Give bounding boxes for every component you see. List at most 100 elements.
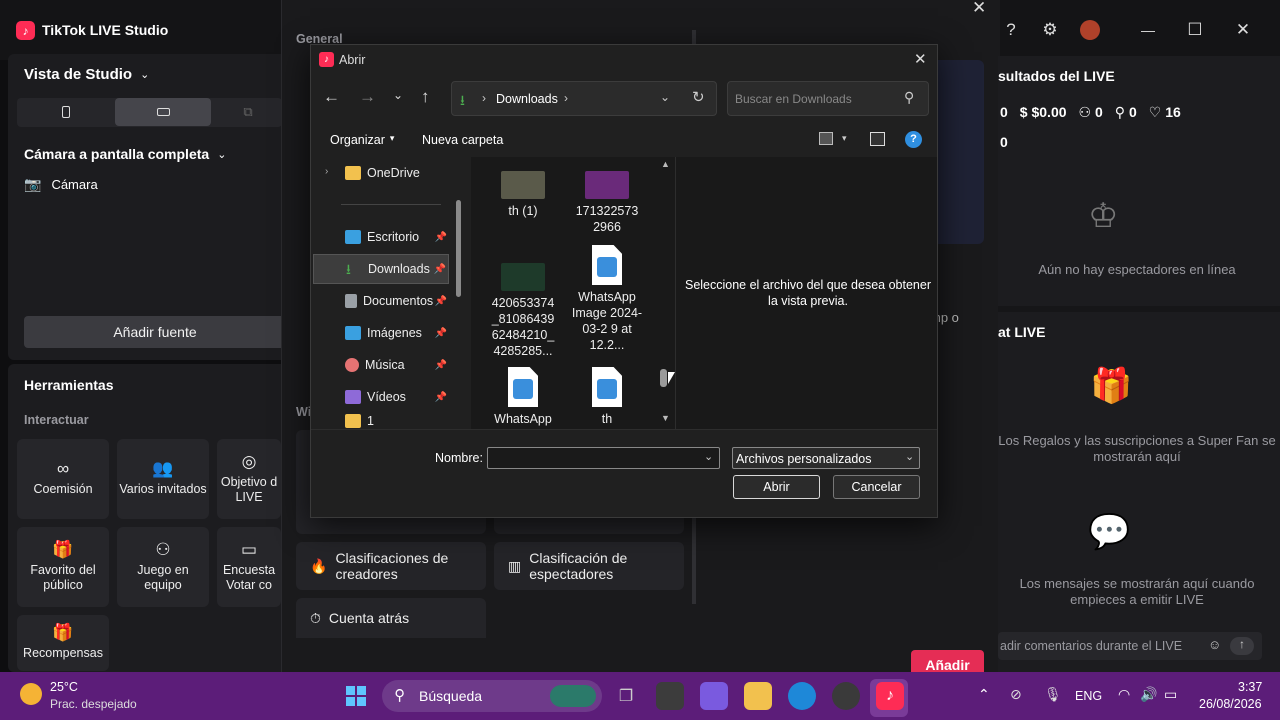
scroll-up-icon[interactable]: ▲ — [661, 159, 670, 169]
countdown-card[interactable]: ⏱ Cuenta atrás — [296, 598, 486, 638]
add-source-button[interactable]: Añadir fuente — [24, 316, 286, 348]
modal-close-icon[interactable]: ✕ — [972, 0, 986, 18]
dialog-close-icon[interactable]: ✕ — [914, 50, 927, 68]
no-viewers-text: Aún no hay espectadores en línea — [1038, 262, 1236, 277]
nav-item-music[interactable]: Música 📌 — [313, 350, 449, 380]
clock-date[interactable]: 26/08/2026 — [1199, 697, 1262, 711]
chevron-right-icon: › — [564, 91, 568, 105]
taskbar-search[interactable]: ⚲ Búsqueda — [382, 680, 602, 712]
search-icon: ⚲ — [394, 687, 405, 704]
preview-pane-icon[interactable] — [870, 132, 885, 146]
tool-live-goal[interactable]: ◎ Objetivo d LIVE — [217, 439, 281, 519]
nav-item-downloads[interactable]: ⭳ Downloads 📌 — [313, 254, 449, 284]
file-scrollbar-thumb[interactable] — [660, 369, 667, 387]
dual-mode-icon[interactable]: ⧉ — [214, 98, 282, 126]
address-bar[interactable]: ⭳ › Downloads › ⌄ ↻ — [451, 81, 717, 116]
creator-rankings-card[interactable]: 🔥 Clasificaciones de creadores — [296, 542, 486, 590]
tool-poll[interactable]: ▭ Encuesta Votar co — [217, 527, 281, 607]
scene-dropdown[interactable]: Cámara a pantalla completa ⌄ — [24, 146, 226, 162]
view-options-icon[interactable] — [819, 132, 833, 145]
nav-item-videos[interactable]: Vídeos 📌 — [313, 382, 449, 412]
edge-icon[interactable] — [788, 682, 816, 710]
landscape-mode-icon[interactable] — [115, 98, 211, 126]
link-icon: ∞ — [56, 459, 70, 478]
copilot-icon[interactable] — [700, 682, 728, 710]
minimize-icon[interactable]: — — [1136, 18, 1160, 42]
emoji-icon[interactable]: ☺ — [1208, 637, 1221, 652]
up-arrow-icon[interactable]: ↑ — [421, 87, 430, 107]
obs-icon[interactable] — [832, 682, 860, 710]
history-chevron-icon[interactable]: ⌄ — [660, 90, 670, 104]
refresh-icon[interactable]: ↻ — [692, 88, 705, 106]
weather-icon[interactable] — [20, 683, 42, 705]
send-icon[interactable]: ↑ — [1230, 637, 1254, 655]
tool-team-game[interactable]: ⚇ Juego en equipo — [117, 527, 209, 607]
search-box[interactable]: Buscar en Downloads ⚲ — [727, 81, 929, 116]
file-item[interactable]: th (1) — [483, 171, 563, 219]
path-segment[interactable]: Downloads — [496, 92, 558, 106]
chevron-down-icon: ⌄ — [140, 69, 150, 81]
help-icon[interactable]: ? — [905, 131, 922, 148]
tool-multi-guest[interactable]: 👥 Varios invitados — [117, 439, 209, 519]
task-view-icon[interactable]: ❐ — [612, 682, 640, 710]
file-type-select[interactable]: Archivos personalizados ⌄ — [732, 447, 920, 469]
window-close-icon[interactable]: ✕ — [1231, 18, 1255, 42]
tool-audience-favorite[interactable]: 🎁 Favorito del público — [17, 527, 109, 607]
volume-icon[interactable]: 🔊 — [1140, 686, 1157, 703]
viewer-ranking-card[interactable]: ▥ Clasificación de espectadores — [494, 542, 684, 590]
studio-view-dropdown[interactable]: Vista de Studio ⌄ — [24, 66, 149, 83]
file-item[interactable]: WhatsApp Image 2024-03-2 9 at 12.2... — [567, 245, 647, 355]
store-icon[interactable] — [656, 682, 684, 710]
maximize-icon[interactable]: ☐ — [1183, 18, 1207, 42]
card-label: Cuenta atrás — [328, 610, 410, 626]
tray-chevron-icon[interactable]: ⌃ — [978, 686, 990, 703]
clock-time[interactable]: 3:37 — [1238, 680, 1262, 694]
photo-thumbnail — [501, 171, 545, 199]
microphone-icon[interactable]: 🎙 — [1044, 686, 1062, 703]
caret-icon[interactable]: ▾ — [842, 133, 847, 144]
desktop-icon — [345, 230, 361, 244]
new-folder-button[interactable]: Nueva carpeta — [422, 133, 503, 147]
back-arrow-icon[interactable]: ← — [323, 87, 340, 107]
file-item[interactable]: th — [567, 367, 647, 429]
divider — [341, 204, 441, 205]
file-item[interactable]: 171322573 2966 — [567, 171, 647, 235]
scroll-down-icon[interactable]: ▼ — [661, 413, 670, 423]
image-file-icon — [592, 245, 622, 285]
cancel-button[interactable]: Cancelar — [833, 475, 920, 499]
avatar[interactable] — [1080, 20, 1100, 40]
file-item[interactable]: 420653374 _81086439 62484210_ 4285285... — [483, 263, 563, 355]
nav-item-folder[interactable]: 1 — [313, 414, 449, 429]
language-indicator[interactable]: ENG — [1075, 689, 1102, 703]
nav-item-onedrive[interactable]: OneDrive — [313, 158, 449, 188]
file-item[interactable]: WhatsApp — [483, 367, 563, 429]
help-icon[interactable]: ? — [999, 18, 1023, 42]
heart-icon: ♡ — [1148, 104, 1162, 120]
nav-item-desktop[interactable]: Escritorio 📌 — [313, 222, 449, 252]
nav-item-documents[interactable]: Documentos 📌 — [313, 286, 449, 316]
camera-source[interactable]: 📷 Cámara — [24, 176, 98, 193]
navigation-pane: › OneDrive Escritorio 📌 ⭳ Downloads 📌 Docum… — [311, 157, 469, 429]
network-off-icon[interactable]: ⊘ — [1010, 686, 1022, 703]
chevron-down-icon[interactable]: ⌄ — [704, 450, 713, 463]
wifi-icon[interactable]: ◠ — [1118, 686, 1130, 703]
portrait-mode-icon[interactable] — [20, 98, 112, 126]
file-list: th (1) 171322573 2966 420653374 _8108643… — [471, 157, 675, 429]
search-icon[interactable]: ⚲ — [904, 89, 914, 106]
recent-chevron-icon[interactable]: ⌄ — [393, 88, 403, 102]
tool-rewards[interactable]: 🎁 Recompensas — [17, 615, 109, 671]
tiktok-live-studio-icon[interactable]: ♪ — [876, 682, 904, 710]
forward-arrow-icon[interactable]: → — [359, 87, 376, 107]
card-label: Clasificaciones de creadores — [335, 550, 449, 582]
tool-cohost[interactable]: ∞ Coemisión — [17, 439, 109, 519]
battery-icon[interactable]: ▭ — [1164, 686, 1177, 703]
nav-item-pictures[interactable]: Imágenes 📌 — [313, 318, 449, 348]
file-name: th (1) — [508, 204, 538, 218]
nav-scrollbar[interactable] — [456, 200, 461, 297]
open-button[interactable]: Abrir — [733, 475, 820, 499]
filename-input[interactable]: ⌄ — [487, 447, 720, 469]
settings-icon[interactable]: ⚙ — [1038, 18, 1062, 42]
organize-menu[interactable]: Organizar ▾ — [330, 133, 394, 147]
windows-start-icon[interactable] — [342, 682, 370, 710]
file-explorer-icon[interactable] — [744, 682, 772, 710]
